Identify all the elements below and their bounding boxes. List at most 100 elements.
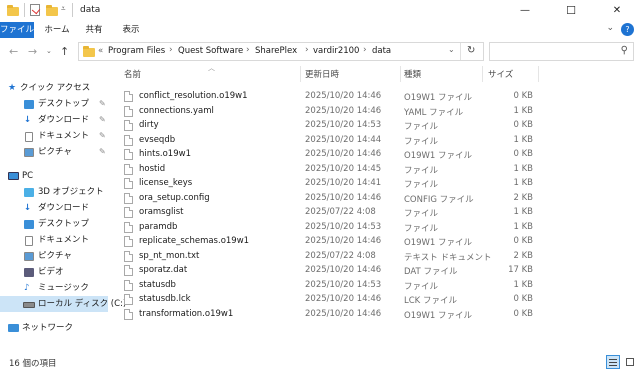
chevron-right-icon[interactable]: › [169,45,173,55]
expand-ribbon-icon[interactable]: ⌄ [606,23,614,33]
column-divider[interactable] [400,66,401,82]
help-icon[interactable]: ? [621,23,634,36]
maximize-button[interactable]: ☐ [548,0,594,22]
sidebar-item-documents[interactable]: ドキュメント ✎ [0,128,108,144]
file-row[interactable]: connections.yaml 2025/10/20 14:46 YAML ファイ… [118,105,538,120]
file-row[interactable]: transformation.o19w1 2025/10/20 14:46 O19W… [118,308,538,323]
file-date: 2025/10/20 14:46 [305,236,382,246]
file-type: ファイル [404,165,439,176]
file-type: ファイル [404,209,439,219]
address-bar[interactable]: « Program Files › Quest Software › Share… [78,42,484,61]
file-row[interactable]: license_keys 2025/10/20 14:41 ファイル 1 KB [118,177,538,192]
file-size: 1 KB [513,134,533,145]
sidebar-item-quick-access[interactable]: ★ クイック アクセス [0,80,108,96]
column-divider[interactable] [482,66,483,82]
sidebar-item-pc[interactable]: PC [0,168,108,184]
file-icon [124,120,133,131]
desktop-icon [24,220,34,229]
sidebar-item-videos[interactable]: ビデオ [0,264,108,280]
sidebar-item-desktop[interactable]: デスクトップ ✎ [0,96,108,112]
recent-locations-chevron-icon[interactable]: ⌄ [46,47,52,55]
computer-icon [8,172,19,180]
file-date: 2025/10/20 14:46 [305,105,382,116]
file-size: 0 KB [513,120,533,130]
pin-icon[interactable]: ✎ [99,96,106,112]
sidebar-item-pc-desktop[interactable]: デスクトップ [0,216,108,232]
document-icon [25,132,33,142]
tab-file[interactable]: ファイル [0,22,34,38]
chevron-right-icon[interactable]: › [363,45,367,55]
file-list: ︿ 名前 更新日時 種類 サイズ conflict_resolution.o19… [118,64,640,348]
minimize-button[interactable]: — [502,0,548,22]
sort-ascending-icon: ︿ [208,64,215,72]
sidebar-item-pc-documents[interactable]: ドキュメント [0,232,108,248]
file-size: 1 KB [513,105,533,116]
sidebar-item-pc-downloads[interactable]: ↓ ダウンロード [0,200,108,216]
breadcrumb-vardir2100[interactable]: vardir2100 [313,46,359,56]
file-row[interactable]: sp_nt_mon.txt 2025/07/22 4:08 テキスト ドキュメント 2… [118,250,538,265]
column-header-size[interactable]: サイズ [488,68,513,80]
sidebar-item-music[interactable]: ♪ ミュージック [0,280,108,296]
breadcrumb-shareplex[interactable]: SharePlex [255,46,297,56]
up-arrow-icon[interactable]: ↑ [60,45,69,58]
pin-icon[interactable]: ✎ [99,112,106,128]
back-arrow-icon[interactable]: ← [9,45,18,58]
file-icon [124,192,133,204]
ribbon-tabs: ファイル ホーム 共有 表示 ⌄ ? [0,22,640,38]
picture-icon [24,148,34,157]
file-row[interactable]: oramsglist 2025/07/22 4:08 ファイル 1 KB [118,206,538,221]
status-bar: 16 個の項目 [0,352,640,373]
properties-icon[interactable] [30,4,41,16]
details-view-icon[interactable] [606,355,620,369]
search-input[interactable]: ⚲ [489,42,634,61]
tab-home[interactable]: ホーム [40,22,74,38]
column-divider[interactable] [300,66,301,82]
column-divider[interactable] [538,66,539,82]
sidebar-item-pictures[interactable]: ピクチャ ✎ [0,144,108,160]
customize-toolbar-icon[interactable]: ⩡ [61,4,66,17]
file-row[interactable]: statusdb 2025/10/20 14:53 ファイル 1 KB [118,279,538,294]
file-name: conflict_resolution.o19w1 [139,91,248,101]
new-folder-icon[interactable] [46,4,58,17]
breadcrumb-quest-software[interactable]: Quest Software [178,46,243,56]
file-name: sporatz.dat [139,265,188,275]
chevron-right-icon[interactable]: › [305,45,309,55]
file-name: dirty [139,120,159,130]
pin-icon[interactable]: ✎ [99,128,106,144]
file-row[interactable]: ora_setup.config 2025/10/20 14:46 CONFIG フ… [118,192,538,207]
divider [72,3,73,17]
address-dropdown-icon[interactable]: ⌄ [448,45,455,54]
column-header-type[interactable]: 種類 [404,68,421,80]
file-row[interactable]: hostid 2025/10/20 14:45 ファイル 1 KB [118,163,538,178]
overflow-crumbs-icon[interactable]: « [98,46,103,56]
column-header-name[interactable]: 名前 [124,68,141,80]
column-header-date[interactable]: 更新日時 [305,68,339,80]
sidebar-item-downloads[interactable]: ↓ ダウンロード ✎ [0,112,108,128]
sidebar-item-local-disk-c[interactable]: ローカル ディスク (C:) [0,296,126,312]
pin-icon[interactable]: ✎ [99,144,106,160]
breadcrumb-data[interactable]: data [372,46,391,56]
file-row[interactable]: dirty 2025/10/20 14:53 ファイル 0 KB [118,119,538,134]
sidebar-item-3d-objects[interactable]: 3D オブジェクト [0,184,108,200]
file-row[interactable]: evseqdb 2025/10/20 14:44 ファイル 1 KB [118,134,538,149]
sidebar-item-network[interactable]: ネットワーク [0,320,108,336]
close-button[interactable]: ✕ [594,0,640,22]
file-row[interactable]: replicate_schemas.o19w1 2025/10/20 14:46 O… [118,235,538,250]
tab-share[interactable]: 共有 [82,22,106,38]
refresh-icon[interactable]: ↻ [467,45,475,56]
large-icons-view-icon[interactable] [623,355,637,369]
file-row[interactable]: statusdb.lck 2025/10/20 14:46 LCK ファイル 0 KB [118,293,538,308]
breadcrumb-program-files[interactable]: Program Files [108,46,165,56]
tab-view[interactable]: 表示 [114,22,148,38]
file-row[interactable]: sporatz.dat 2025/10/20 14:46 DAT ファイル 17 KB [118,264,538,279]
file-row[interactable]: hints.o19w1 2025/10/20 14:46 O19W1 ファイル 0 K… [118,148,538,163]
file-row[interactable]: conflict_resolution.o19w1 2025/10/20 14:4… [118,90,538,105]
file-size: 1 KB [513,221,533,232]
file-icon [124,163,133,175]
file-type: テキスト ドキュメント [404,252,492,263]
sidebar-item-pc-pictures[interactable]: ピクチャ [0,248,108,264]
file-icon [124,250,133,262]
chevron-right-icon[interactable]: › [246,45,250,55]
file-row[interactable]: paramdb 2025/10/20 14:53 ファイル 1 KB [118,221,538,236]
forward-arrow-icon[interactable]: → [28,45,37,58]
